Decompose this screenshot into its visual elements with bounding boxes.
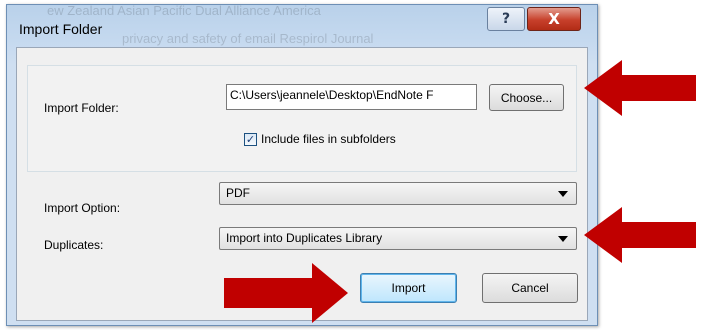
left-arrow-icon (584, 60, 696, 116)
import-button[interactable]: Import (360, 273, 457, 303)
background-window-text: privacy and safety of email Respirol Jou… (122, 31, 374, 46)
include-subfolders-label: Include files in subfolders (261, 132, 396, 146)
include-subfolders-option[interactable]: ✓ Include files in subfolders (244, 132, 396, 146)
folder-path-input[interactable]: C:\Users\jeannele\Desktop\EndNote F (226, 84, 477, 110)
duplicates-label: Duplicates: (44, 238, 104, 252)
import-option-value: PDF (226, 186, 250, 200)
close-icon: X (548, 10, 560, 28)
folder-group-box (27, 65, 577, 172)
background-window-text: ew Zealand Asian Pacific Dual Alliance A… (47, 3, 321, 18)
left-arrow-icon (584, 207, 696, 263)
choose-button[interactable]: Choose... (489, 84, 564, 111)
question-mark-icon: ? (501, 11, 511, 27)
import-folder-label: Import Folder: (44, 101, 119, 115)
checkmark-icon: ✓ (245, 132, 256, 146)
help-button[interactable]: ? (487, 7, 525, 31)
right-arrow-icon (224, 263, 348, 323)
close-button[interactable]: X (527, 7, 581, 31)
import-option-label: Import Option: (44, 201, 121, 215)
duplicates-select[interactable]: Import into Duplicates Library (219, 227, 577, 250)
import-option-select[interactable]: PDF (219, 182, 577, 205)
include-subfolders-checkbox[interactable]: ✓ (244, 132, 257, 146)
dropdown-arrow-icon (558, 191, 568, 197)
dropdown-arrow-icon (558, 236, 568, 242)
cancel-button[interactable]: Cancel (482, 273, 578, 303)
window-title: Import Folder (19, 21, 103, 37)
duplicates-value: Import into Duplicates Library (226, 231, 383, 245)
